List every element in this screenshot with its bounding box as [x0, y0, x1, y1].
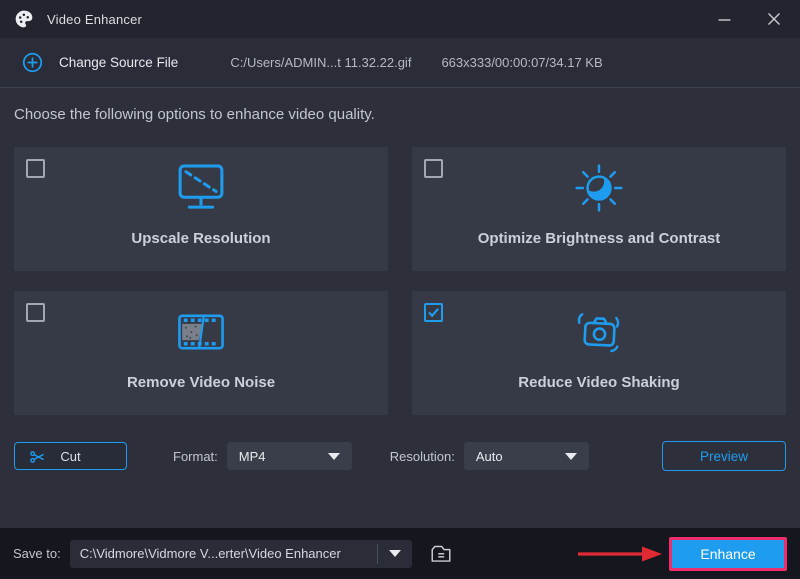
save-path-dropdown[interactable]	[378, 550, 412, 557]
upscale-resolution-checkbox[interactable]	[26, 159, 45, 178]
source-bar: Change Source File C:/Users/ADMIN...t 11…	[0, 38, 800, 88]
checkmark-icon	[427, 307, 440, 318]
change-source-file-button[interactable]: Change Source File	[59, 55, 178, 70]
option-card-optimize-brightness[interactable]: Optimize Brightness and Contrast	[412, 147, 786, 271]
remove-noise-checkbox[interactable]	[26, 303, 45, 322]
annotation-arrow-icon	[576, 544, 664, 564]
option-label: Reduce Video Shaking	[518, 374, 679, 391]
chevron-down-icon	[565, 453, 577, 460]
camera-shake-icon	[571, 303, 627, 361]
scissors-icon	[28, 448, 47, 466]
window-title: Video Enhancer	[47, 12, 142, 27]
preview-button[interactable]: Preview	[662, 441, 786, 471]
source-file-info: 663x333/00:00:07/34.17 KB	[441, 55, 602, 70]
option-card-remove-noise[interactable]: Remove Video Noise	[14, 291, 388, 415]
options-grid: Upscale Resolution	[14, 147, 786, 415]
format-select[interactable]: MP4	[227, 442, 352, 470]
browse-folder-button[interactable]	[425, 541, 457, 567]
optimize-brightness-checkbox[interactable]	[424, 159, 443, 178]
save-path-field[interactable]: C:\Vidmore\Vidmore V...erter\Video Enhan…	[70, 540, 412, 568]
format-value: MP4	[239, 449, 328, 464]
main-panel: Choose the following options to enhance …	[0, 88, 800, 528]
option-label: Remove Video Noise	[127, 374, 275, 391]
reduce-shaking-checkbox[interactable]	[424, 303, 443, 322]
film-noise-icon	[173, 303, 229, 361]
option-label: Optimize Brightness and Contrast	[478, 230, 721, 247]
option-card-reduce-shaking[interactable]: Reduce Video Shaking	[412, 291, 786, 415]
minimize-button[interactable]	[712, 7, 736, 31]
chevron-down-icon	[389, 550, 401, 557]
save-path-value: C:\Vidmore\Vidmore V...erter\Video Enhan…	[70, 546, 377, 561]
instruction-text: Choose the following options to enhance …	[14, 106, 786, 123]
option-label: Upscale Resolution	[131, 230, 270, 247]
cut-button[interactable]: Cut	[14, 442, 127, 470]
close-icon	[767, 12, 781, 26]
titlebar: Video Enhancer	[0, 0, 800, 38]
palette-icon	[14, 9, 34, 29]
source-file-path: C:/Users/ADMIN...t 11.32.22.gif	[230, 55, 411, 70]
enhance-button[interactable]: Enhance	[669, 537, 787, 571]
footer-bar: Save to: C:\Vidmore\Vidmore V...erter\Vi…	[0, 528, 800, 579]
chevron-down-icon	[328, 453, 340, 460]
resolution-label: Resolution:	[390, 449, 455, 464]
brightness-contrast-icon	[572, 159, 626, 217]
monitor-upscale-icon	[172, 159, 230, 217]
add-source-icon	[22, 52, 43, 73]
cut-button-label: Cut	[60, 449, 80, 464]
close-button[interactable]	[762, 7, 786, 31]
option-card-upscale-resolution[interactable]: Upscale Resolution	[14, 147, 388, 271]
folder-icon	[429, 543, 453, 564]
save-to-label: Save to:	[13, 546, 61, 561]
resolution-select[interactable]: Auto	[464, 442, 589, 470]
toolbar: Cut Format: MP4 Resolution: Auto Preview	[14, 441, 786, 471]
format-label: Format:	[173, 449, 218, 464]
resolution-value: Auto	[476, 449, 565, 464]
minimize-icon	[718, 13, 731, 26]
